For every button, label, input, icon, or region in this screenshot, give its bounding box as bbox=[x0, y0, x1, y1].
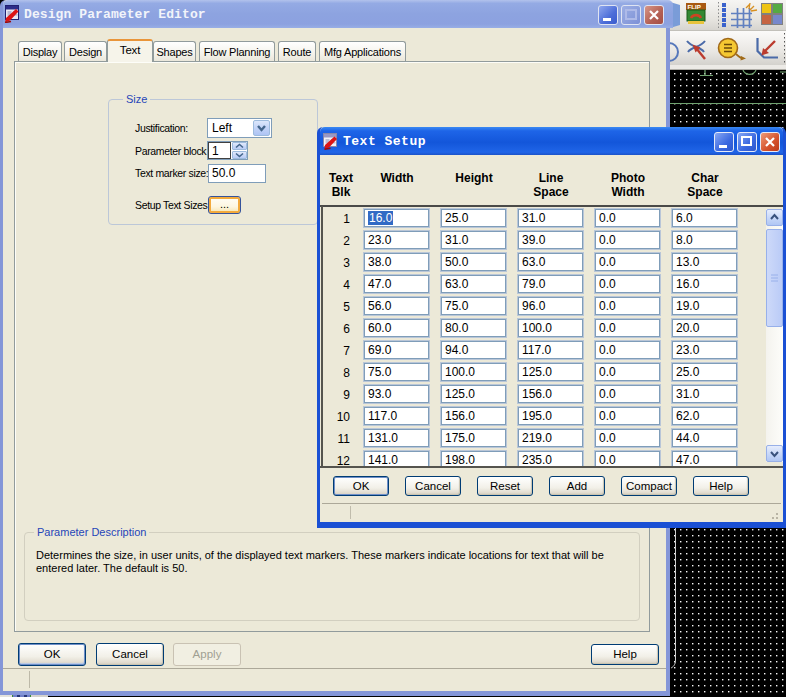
svg-text:FLIP: FLIP bbox=[688, 3, 701, 10]
